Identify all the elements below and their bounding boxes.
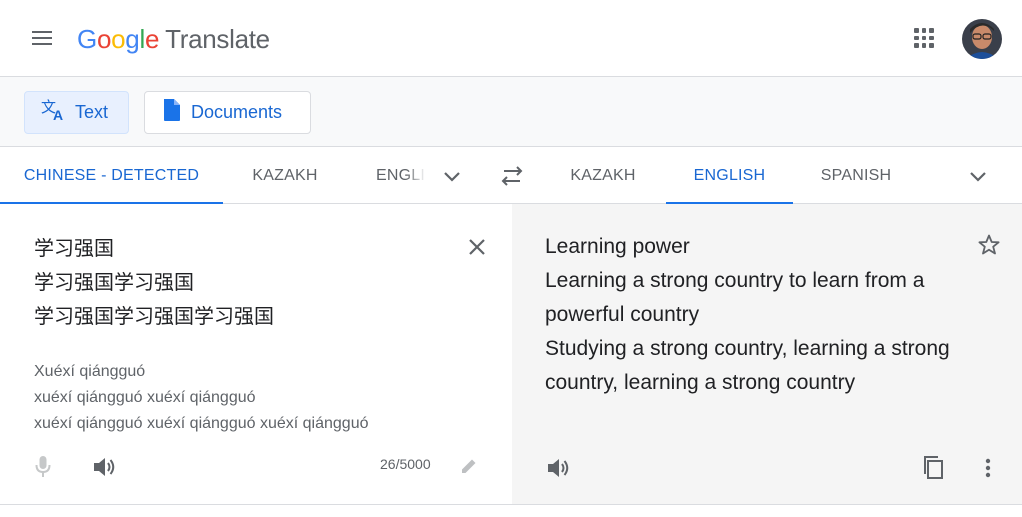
source-panel: 学习强国 学习强国学习强国 学习强国学习强国学习强国 Xuéxí qiánggu… — [0, 204, 512, 504]
logo-letter: o — [111, 24, 126, 54]
translation-line: Studying a strong country, learning a st… — [545, 337, 950, 394]
text-mode-button[interactable]: 文 A Text — [24, 91, 129, 134]
target-lang-label: ENGLISH — [693, 166, 766, 184]
account-avatar[interactable] — [962, 19, 1002, 59]
translation-line: Learning power — [545, 235, 690, 258]
logo-letter: G — [77, 24, 97, 54]
svg-text:A: A — [53, 107, 63, 122]
copy-translation-icon[interactable] — [918, 452, 948, 482]
transliteration-line: xuéxí qiángguó xuéxí qiángguó — [34, 389, 256, 406]
app-header: Google Translate — [0, 0, 1022, 77]
target-lang-label: KAZAKH — [570, 166, 636, 184]
edit-pencil-icon[interactable] — [456, 453, 482, 479]
more-options-icon[interactable] — [976, 454, 1000, 482]
character-count: 26/5000 — [380, 456, 431, 472]
mode-bar: 文 A Text Documents — [0, 77, 1022, 147]
listen-translation-speaker-icon[interactable] — [542, 454, 574, 482]
source-lang-tab[interactable]: ENGLISH — [376, 147, 426, 204]
transliteration-line: Xuéxí qiángguó — [34, 363, 146, 380]
source-lang-label: CHINESE - DETECTED — [23, 166, 200, 184]
language-bar: CHINESE - DETECTED KAZAKH ENGLISH KAZAKH… — [0, 147, 1022, 205]
swap-languages-icon[interactable] — [496, 161, 528, 191]
source-lang-tab[interactable]: KAZAKH — [230, 147, 340, 204]
translation-line: Learning a strong country to learn from … — [545, 269, 925, 326]
target-lang-label: SPANISH — [820, 166, 892, 184]
document-icon — [161, 98, 183, 127]
target-lang-tab[interactable]: KAZAKH — [548, 147, 658, 204]
source-text-input[interactable]: 学习强国 学习强国学习强国 学习强国学习强国学习强国 — [34, 231, 274, 333]
logo-letter: o — [96, 24, 112, 54]
target-lang-tab[interactable]: ENGLISH — [666, 147, 793, 205]
transliteration-line: xuéxí qiángguó xuéxí qiángguó xuéxí qián… — [34, 415, 369, 432]
target-lang-dropdown-chevron-down-icon[interactable] — [964, 163, 992, 191]
source-lang-dropdown-chevron-down-icon[interactable] — [438, 163, 466, 191]
main-menu-icon[interactable] — [30, 28, 54, 48]
panel-bottom-divider — [0, 504, 1022, 517]
translation-output: Learning power Learning a strong country… — [545, 230, 955, 400]
text-mode-label: Text — [75, 102, 109, 122]
transliteration: Xuéxí qiángguó xuéxí qiángguó xuéxí qián… — [34, 359, 368, 437]
source-text-line: 学习强国 — [34, 236, 114, 260]
source-lang-label: KAZAKH — [252, 166, 318, 184]
listen-source-speaker-icon[interactable] — [88, 453, 120, 481]
product-name: Translate — [165, 24, 270, 54]
clear-text-close-icon[interactable] — [462, 232, 492, 262]
save-translation-star-icon[interactable] — [974, 230, 1004, 260]
target-lang-tab[interactable]: SPANISH — [800, 147, 912, 204]
source-lang-label: ENGLISH — [376, 166, 426, 184]
source-text-line: 学习强国学习强国学习强国 — [34, 304, 274, 328]
google-translate-logo[interactable]: Google Translate — [77, 21, 270, 57]
translate-icon: 文 A — [41, 98, 67, 127]
documents-mode-button[interactable]: Documents — [144, 91, 311, 134]
microphone-icon[interactable] — [30, 453, 56, 481]
source-text-line: 学习强国学习强国 — [34, 270, 194, 294]
translation-panel: Learning power Learning a strong country… — [512, 204, 1022, 504]
logo-letter: g — [125, 24, 140, 54]
source-lang-tab[interactable]: CHINESE - DETECTED — [0, 147, 223, 205]
documents-mode-label: Documents — [191, 102, 283, 122]
logo-letter: e — [144, 24, 160, 54]
apps-grid-icon[interactable] — [913, 27, 935, 49]
